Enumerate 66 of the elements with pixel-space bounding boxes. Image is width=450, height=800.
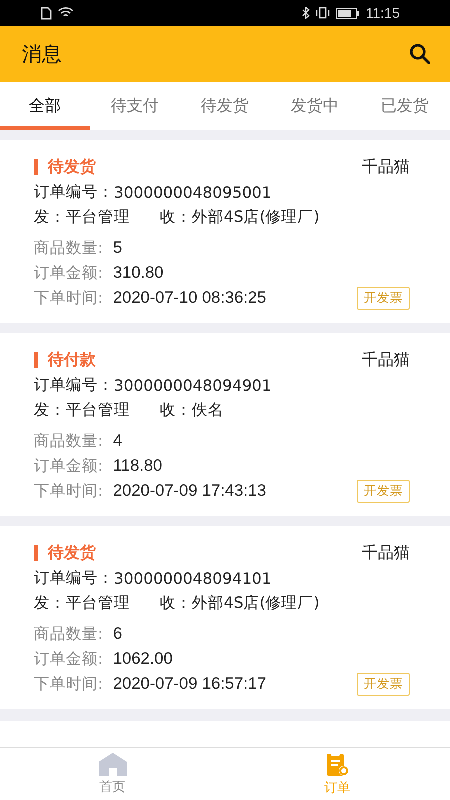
filter-tab[interactable]: 全部 bbox=[0, 82, 90, 130]
sender-name: 平台管理 bbox=[66, 400, 130, 421]
quantity-value: 5 bbox=[113, 239, 122, 258]
order-time: 2020-07-10 08:36:25 bbox=[113, 289, 266, 308]
order-number: 3000000048094101 bbox=[114, 570, 272, 588]
quantity-label: 商品数量: bbox=[34, 238, 104, 259]
vibrate-icon bbox=[316, 7, 330, 19]
order-number: 3000000048095001 bbox=[114, 184, 272, 202]
amount-label: 订单金额: bbox=[34, 649, 104, 670]
filter-tab[interactable]: 待发货 bbox=[180, 82, 270, 130]
amount-value: 118.80 bbox=[113, 457, 162, 476]
filter-tab[interactable]: 发货中 bbox=[270, 82, 360, 130]
search-icon[interactable] bbox=[408, 42, 432, 66]
wifi-icon bbox=[58, 7, 74, 19]
receiver-name: 佚名 bbox=[192, 400, 224, 421]
shop-name: 千品猫 bbox=[362, 542, 410, 564]
page-title: 消息 bbox=[22, 40, 62, 68]
quantity-label: 商品数量: bbox=[34, 624, 104, 645]
clock-time: 11:15 bbox=[366, 5, 400, 21]
order-time-label: 下单时间: bbox=[34, 481, 104, 502]
order-time-label: 下单时间: bbox=[34, 288, 104, 309]
shop-name: 千品猫 bbox=[362, 350, 410, 370]
order-number-label: 订单编号： bbox=[34, 182, 114, 203]
invoice-button[interactable]: 开发票 bbox=[357, 480, 410, 503]
order-status: 待付款 bbox=[34, 352, 96, 368]
order-number: 3000000048094901 bbox=[114, 376, 272, 394]
clipboard-icon bbox=[324, 751, 350, 777]
sender-label: 发： bbox=[34, 400, 66, 421]
order-number-label: 订单编号： bbox=[34, 375, 114, 396]
bluetooth-icon bbox=[302, 7, 310, 19]
invoice-button[interactable]: 开发票 bbox=[357, 287, 410, 310]
home-icon bbox=[98, 752, 128, 776]
order-time: 2020-07-09 17:43:13 bbox=[113, 482, 266, 501]
order-time: 2020-07-09 16:57:17 bbox=[113, 675, 266, 694]
battery-icon bbox=[336, 8, 360, 18]
order-card[interactable]: 待发货 千品猫 订单编号：3000000048094101 发：平台管理 收：外部4S店(修理厂) 商品数量: 6 订单金额: 1062.00 下单时间: 2020-07-09 16:57:17 开发票 bbox=[0, 526, 450, 709]
order-status: 待发货 bbox=[34, 545, 96, 561]
amount-label: 订单金额: bbox=[34, 456, 104, 477]
receiver-label: 收： bbox=[160, 593, 192, 614]
receiver-name: 外部4S店(修理厂) bbox=[192, 207, 320, 228]
amount-value: 310.80 bbox=[113, 264, 164, 283]
sender-name: 平台管理 bbox=[66, 207, 130, 228]
invoice-button[interactable]: 开发票 bbox=[357, 673, 410, 696]
receiver-name: 外部4S店(修理厂) bbox=[192, 593, 320, 614]
sender-name: 平台管理 bbox=[66, 593, 130, 614]
amount-value: 1062.00 bbox=[113, 650, 173, 669]
nav-label: 首页 bbox=[100, 779, 126, 796]
filter-tab[interactable]: 已发货 bbox=[360, 82, 450, 130]
receiver-label: 收： bbox=[160, 207, 192, 228]
sender-label: 发： bbox=[34, 207, 66, 228]
quantity-label: 商品数量: bbox=[34, 431, 104, 452]
order-number-label: 订单编号： bbox=[34, 568, 114, 589]
sender-label: 发： bbox=[34, 593, 66, 614]
shop-name: 千品猫 bbox=[362, 156, 410, 178]
sim-icon bbox=[40, 6, 52, 20]
quantity-value: 6 bbox=[113, 625, 122, 644]
receiver-label: 收： bbox=[160, 400, 192, 421]
order-card[interactable]: 待发货 千品猫 订单编号：3000000048095001 发：平台管理 收：外部4S店(修理厂) 商品数量: 5 订单金额: 310.80 下单时间: 2020-07-10 08:36:25 开发票 bbox=[0, 140, 450, 323]
nav-label: 订单 bbox=[324, 780, 350, 797]
amount-label: 订单金额: bbox=[34, 263, 104, 284]
order-card[interactable]: 待付款 千品猫 订单编号：3000000048094901 发：平台管理 收：佚名 商品数量: 4 订单金额: 118.80 下单时间: 2020-07-09 17:43:13 开发票 bbox=[0, 333, 450, 516]
order-status: 待发货 bbox=[34, 159, 96, 175]
filter-tab[interactable]: 待支付 bbox=[90, 82, 180, 130]
nav-tab[interactable]: 首页 bbox=[0, 748, 225, 800]
order-time-label: 下单时间: bbox=[34, 674, 104, 695]
quantity-value: 4 bbox=[113, 432, 122, 451]
